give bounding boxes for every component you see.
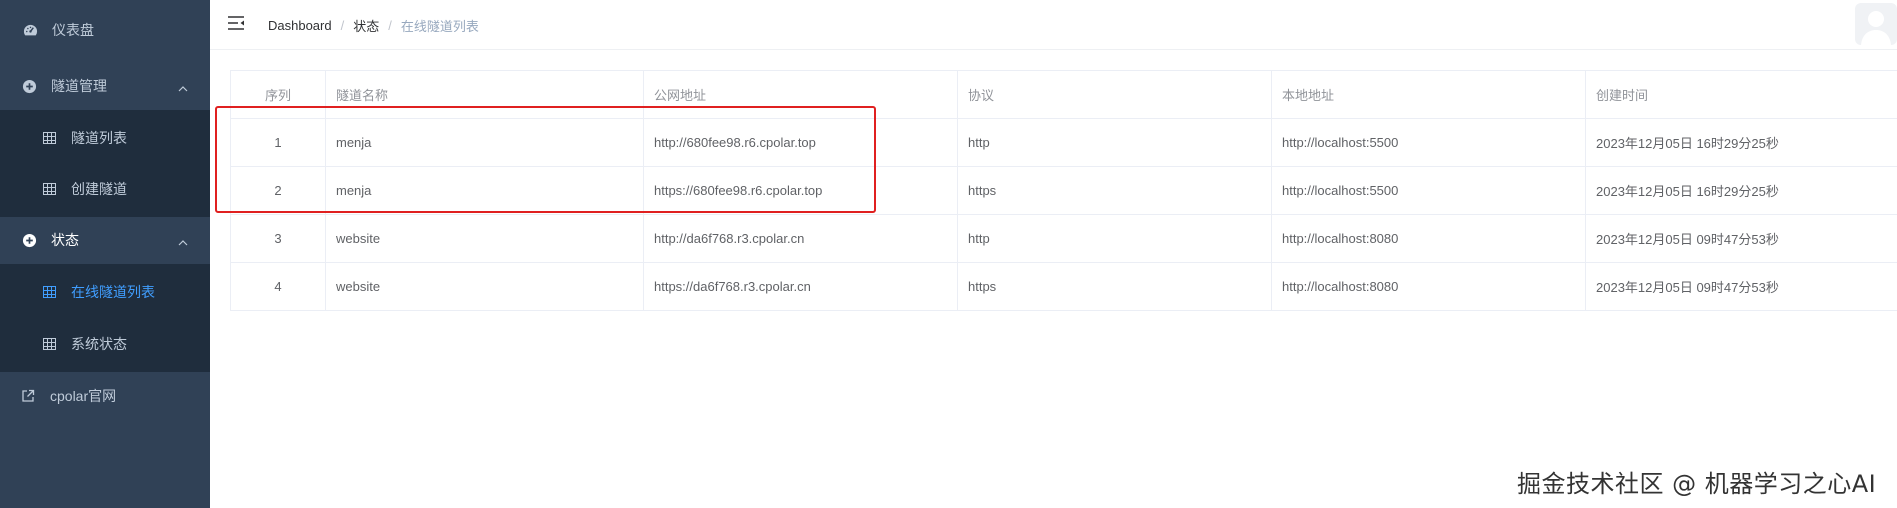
sidebar-item-label: 隧道列表 [71, 130, 127, 146]
table-cell: website [325, 214, 644, 263]
breadcrumb-dashboard[interactable]: Dashboard [268, 18, 332, 33]
sidebar-item-label: 隧道管理 [51, 78, 107, 94]
top-navbar: Dashboard / 状态 / 在线隧道列表 [210, 0, 1897, 50]
sidebar-item-status[interactable]: 状态 [0, 212, 210, 268]
column-header: 创建时间 [1585, 70, 1897, 119]
chevron-up-icon [178, 234, 188, 250]
sidebar-item-tunnel-list[interactable]: 隧道列表 [0, 110, 210, 166]
sidebar-item-dashboard[interactable]: 仪表盘 [0, 2, 210, 58]
sidebar-item-label: 仪表盘 [52, 22, 94, 38]
sidebar-item-online-tunnel-list[interactable]: 在线隧道列表 [0, 264, 210, 320]
table-row: 1 menja http://680fee98.r6.cpolar.top ht… [230, 118, 1897, 167]
table-icon [42, 338, 56, 350]
breadcrumb-current: 在线隧道列表 [400, 19, 479, 34]
table-cell: https://680fee98.r6.cpolar.top [643, 166, 958, 215]
sidebar-item-system-status[interactable]: 系统状态 [0, 316, 210, 372]
table-row: 3 website http://da6f768.r3.cpolar.cn ht… [230, 214, 1897, 263]
table-cell: http://localhost:5500 [1271, 166, 1586, 215]
table-cell: menja [325, 166, 644, 215]
sidebar-item-label: 创建隧道 [71, 181, 127, 197]
table-cell: menja [325, 118, 644, 167]
table-icon [42, 183, 56, 195]
table-cell: 3 [230, 214, 326, 263]
watermark: 掘金技术社区 @ 机器学习之心AI [1517, 470, 1877, 498]
sidebar-item-label: cpolar官网 [50, 388, 117, 404]
breadcrumb-separator: / [340, 18, 345, 33]
table-cell: http://localhost:8080 [1271, 262, 1586, 311]
table-cell: https://da6f768.r3.cpolar.cn [643, 262, 958, 311]
table-cell: https [957, 166, 1272, 215]
sidebar-item-label: 系统状态 [71, 336, 127, 352]
column-header: 隧道名称 [325, 70, 644, 119]
table-icon [42, 286, 56, 298]
menu-fold-icon[interactable] [227, 15, 245, 36]
column-header: 公网地址 [643, 70, 958, 119]
table-icon [42, 132, 56, 144]
table-cell: 1 [230, 118, 326, 167]
external-link-icon [20, 388, 36, 404]
sidebar-item-label: 在线隧道列表 [71, 284, 155, 300]
table-cell: http://localhost:8080 [1271, 214, 1586, 263]
table-cell: http://localhost:5500 [1271, 118, 1586, 167]
table-cell: http [957, 214, 1272, 263]
plus-circle-icon [21, 232, 37, 248]
avatar[interactable] [1855, 3, 1897, 45]
table-cell: 4 [230, 262, 326, 311]
table-row: 2 menja https://680fee98.r6.cpolar.top h… [230, 166, 1897, 215]
sidebar: 仪表盘 隧道管理 隧道列表 创建隧道 状态 在线隧道列表 系统状态 cpolar… [0, 0, 210, 508]
column-header: 序列 [230, 70, 326, 119]
sidebar-item-label: 状态 [51, 232, 79, 248]
table-cell: https [957, 262, 1272, 311]
table-cell: http://da6f768.r3.cpolar.cn [643, 214, 958, 263]
table-cell: 2 [230, 166, 326, 215]
sidebar-item-tunnel-management[interactable]: 隧道管理 [0, 58, 210, 114]
column-header: 协议 [957, 70, 1272, 119]
table-cell: website [325, 262, 644, 311]
sidebar-item-cpolar-site[interactable]: cpolar官网 [0, 368, 210, 424]
table-cell: 2023年12月05日 16时29分25秒 [1585, 118, 1897, 167]
table-cell: 2023年12月05日 09时47分53秒 [1585, 214, 1897, 263]
plus-circle-icon [21, 78, 37, 94]
table-row: 4 website https://da6f768.r3.cpolar.cn h… [230, 262, 1897, 311]
column-header: 本地地址 [1271, 70, 1586, 119]
online-tunnel-table: 序列 隧道名称 公网地址 协议 本地地址 创建时间 1 menja http:/… [230, 70, 1897, 311]
table-cell: http [957, 118, 1272, 167]
chevron-up-icon [178, 80, 188, 96]
breadcrumb-separator: / [388, 18, 392, 33]
table-header-row: 序列 隧道名称 公网地址 协议 本地地址 创建时间 [230, 70, 1897, 119]
table-cell: 2023年12月05日 16时29分25秒 [1585, 166, 1897, 215]
table-cell: http://680fee98.r6.cpolar.top [643, 118, 958, 167]
dashboard-icon [22, 22, 38, 38]
breadcrumb-status: 状态 [353, 19, 380, 34]
table-cell: 2023年12月05日 09时47分53秒 [1585, 262, 1897, 311]
breadcrumb: Dashboard / 状态 / 在线隧道列表 [268, 16, 479, 35]
sidebar-item-create-tunnel[interactable]: 创建隧道 [0, 161, 210, 217]
